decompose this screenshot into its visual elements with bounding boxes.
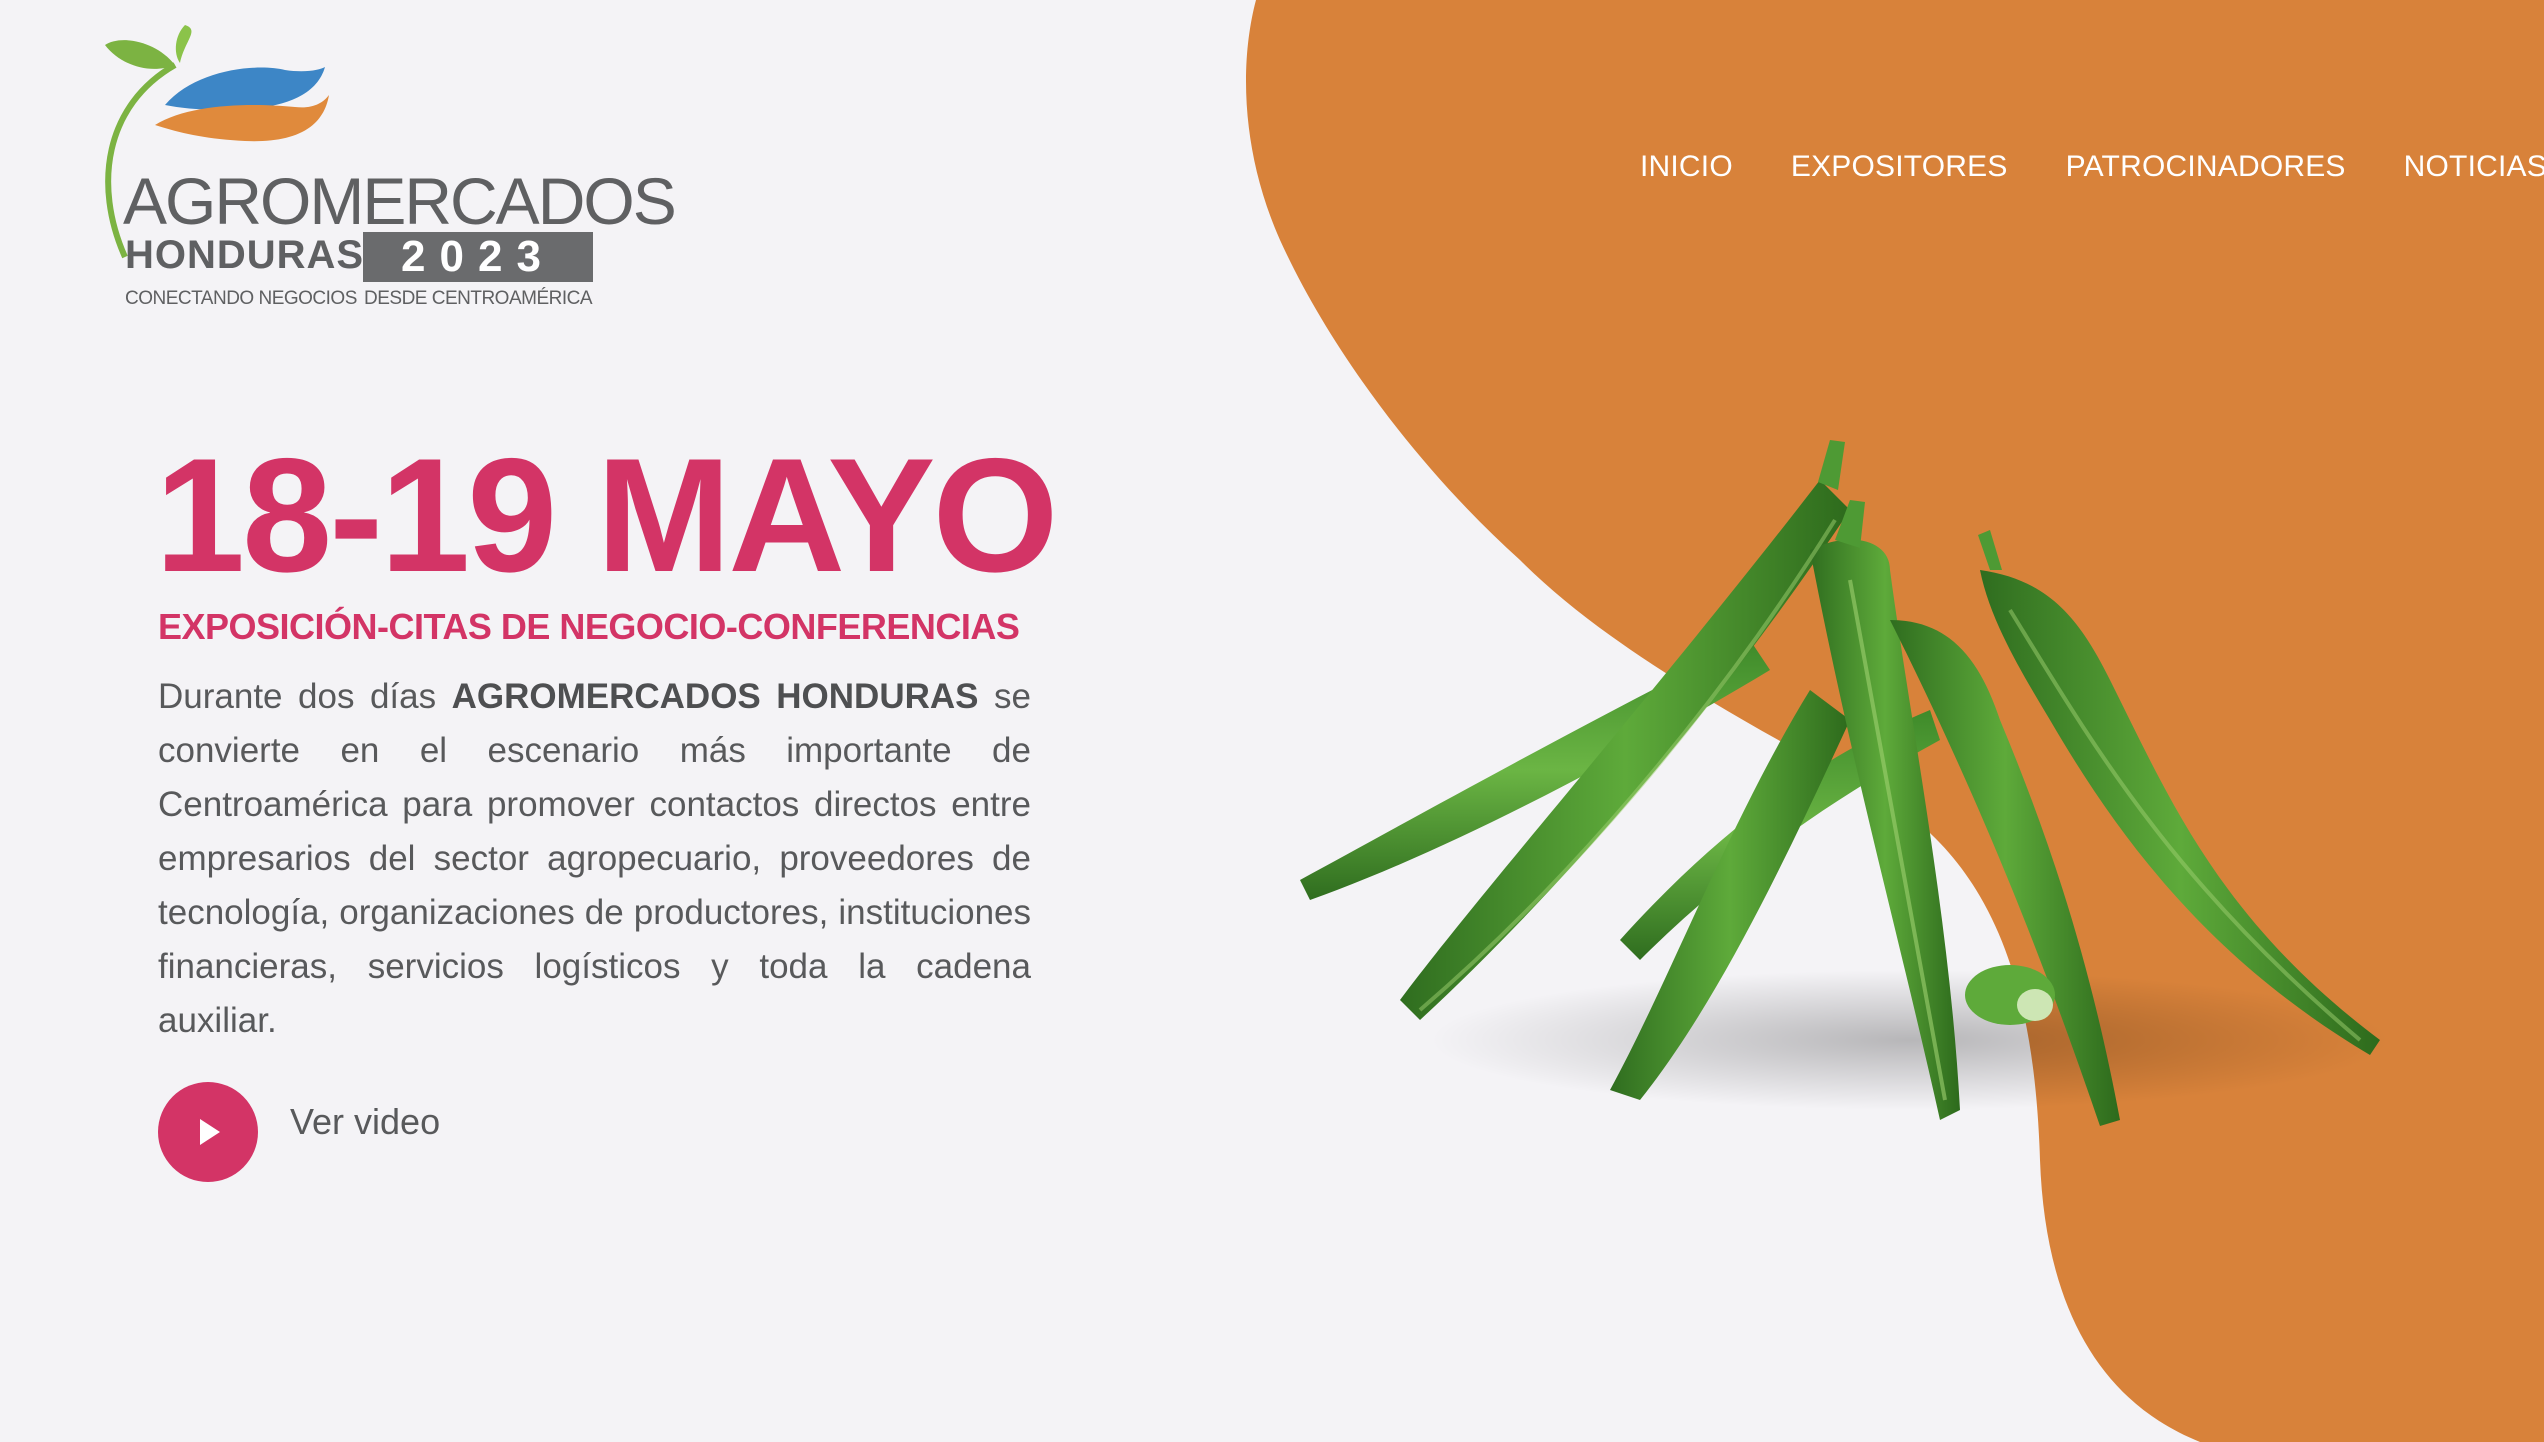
- description-prefix: Durante dos días: [158, 677, 452, 716]
- event-description: Durante dos días AGROMERCADOS HONDURAS s…: [158, 670, 1031, 1048]
- nav-item-noticias[interactable]: NOTICIAS: [2404, 150, 2544, 184]
- play-video-button[interactable]: [158, 1082, 258, 1182]
- nav-item-inicio[interactable]: INICIO: [1640, 150, 1733, 184]
- main-nav: INICIO EXPOSITORES PATROCINADORES NOTICI…: [1640, 150, 2544, 184]
- nav-item-patrocinadores[interactable]: PATROCINADORES: [2066, 150, 2346, 184]
- description-brand: AGROMERCADOS HONDURAS: [451, 677, 979, 716]
- logo-tagline-right: DESDE CENTROAMÉRICA: [364, 288, 593, 309]
- logo-tagline-left: CONECTANDO NEGOCIOS: [125, 288, 357, 309]
- logo-year-badge: 2023: [363, 232, 593, 282]
- logo-country: HONDURAS: [125, 233, 365, 277]
- event-dates-heading: 18-19 MAYO: [155, 425, 1058, 606]
- page: AGROMERCADOS HONDURAS 2023 CONECTANDO NE…: [0, 0, 2544, 1442]
- okra-image: [1300, 440, 2390, 1126]
- play-video-label[interactable]: Ver video: [290, 1101, 440, 1143]
- description-suffix: se convierte en el escenario más importa…: [158, 677, 1031, 1040]
- nav-item-expositores[interactable]: EXPOSITORES: [1791, 150, 2008, 184]
- site-logo[interactable]: AGROMERCADOS HONDURAS 2023 CONECTANDO NE…: [85, 25, 677, 315]
- event-subtitle: EXPOSICIÓN-CITAS DE NEGOCIO-CONFERENCIAS: [158, 606, 1020, 647]
- logo-wordmark: AGROMERCADOS: [123, 164, 677, 238]
- play-icon: [200, 1119, 220, 1145]
